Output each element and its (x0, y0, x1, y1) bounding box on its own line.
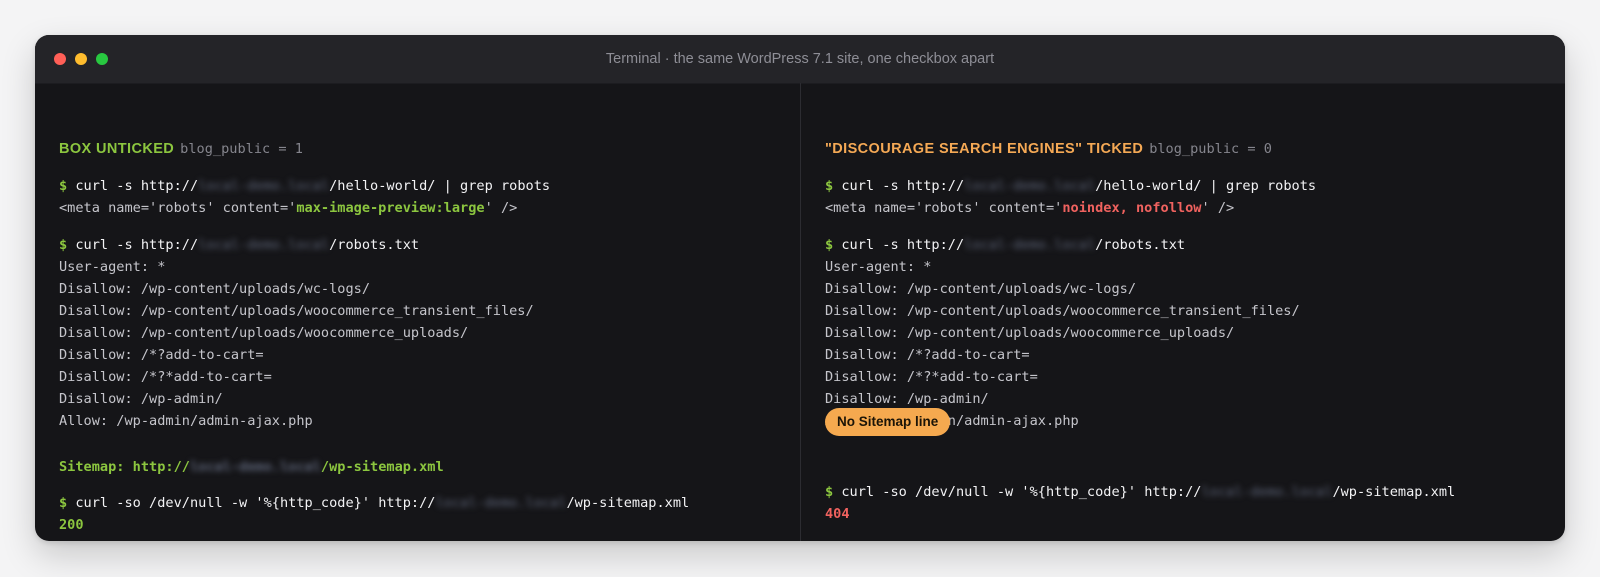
robots-line: Disallow: /wp-content/uploads/woocommerc… (59, 303, 534, 319)
right-heading-line: "DISCOURAGE SEARCH ENGINES" TICKED blog_p… (825, 139, 1272, 159)
robots-line: Disallow: /wp-content/uploads/woocommerc… (825, 303, 1300, 319)
right-variable: blog_public = 0 (1149, 141, 1272, 157)
robots-line: Disallow: /wp-content/uploads/wc-logs/ (825, 281, 1136, 297)
command-text: /hello-world/ | grep robots (1095, 178, 1317, 194)
left-command-3: $ curl -so /dev/null -w '%{http_code}' h… (59, 493, 689, 513)
output-text: <meta name='robots' content=' (825, 200, 1063, 216)
robots-line: Disallow: /*?add-to-cart= (59, 347, 264, 363)
redacted-host: local-demo.local (435, 495, 567, 511)
right-command-3: $ curl -so /dev/null -w '%{http_code}' h… (825, 482, 1455, 502)
robots-line: User-agent: * (59, 259, 166, 275)
sitemap-path: /wp-sitemap.xml (320, 459, 444, 475)
no-sitemap-badge: No Sitemap line (825, 408, 951, 436)
robots-line: Disallow: /wp-content/uploads/woocommerc… (59, 325, 469, 341)
output-text: ' /> (1201, 200, 1235, 216)
prompt-symbol: $ (59, 237, 68, 253)
command-text: curl -s http:// (75, 178, 199, 194)
prompt-symbol: $ (825, 237, 834, 253)
prompt-symbol: $ (59, 178, 68, 194)
output-text: <meta name='robots' content=' (59, 200, 297, 216)
command-text: /robots.txt (329, 237, 420, 253)
sitemap-label: Sitemap: http:// (59, 459, 190, 475)
right-heading: "DISCOURAGE SEARCH ENGINES" TICKED (825, 141, 1144, 157)
redacted-host: local-demo.local (198, 237, 330, 253)
robots-line: Disallow: /wp-admin/ (59, 391, 223, 407)
robots-line: Disallow: /*?add-to-cart= (825, 347, 1030, 363)
left-command-1: $ curl -s http://local-demo.local/hello-… (59, 176, 550, 196)
command-text: /wp-sitemap.xml (1332, 484, 1456, 500)
command-text: curl -so /dev/null -w '%{http_code}' htt… (841, 484, 1202, 500)
command-text: curl -s http:// (841, 178, 965, 194)
robots-line: Disallow: /wp-admin/ (825, 391, 989, 407)
right-command-2: $ curl -s http://local-demo.local/robots… (825, 235, 1185, 255)
left-command-2: $ curl -s http://local-demo.local/robots… (59, 235, 419, 255)
prompt-symbol: $ (825, 178, 834, 194)
redacted-host: local-demo.local (198, 178, 330, 194)
title-bar: Terminal · the same WordPress 7.1 site, … (35, 35, 1565, 84)
meta-robots-value: noindex, nofollow (1062, 200, 1202, 216)
prompt-symbol: $ (825, 484, 834, 500)
sitemap-line: Sitemap: http://local-demo.local/wp-site… (59, 457, 444, 477)
redacted-host: local-demo.local (964, 178, 1096, 194)
redacted-host: local-demo.local (189, 459, 321, 475)
robots-line: Disallow: /wp-content/uploads/woocommerc… (825, 325, 1235, 341)
redacted-host: local-demo.local (1201, 484, 1333, 500)
left-heading: BOX UNTICKED (59, 141, 175, 157)
command-text: curl -s http:// (75, 237, 199, 253)
command-text: /wp-sitemap.xml (566, 495, 690, 511)
left-pane: BOX UNTICKED blog_public = 1 $ curl -s ht… (35, 83, 800, 541)
right-command-1: $ curl -s http://local-demo.local/hello-… (825, 176, 1316, 196)
robots-line: User-agent: * (825, 259, 932, 275)
command-text: /robots.txt (1095, 237, 1186, 253)
prompt-symbol: $ (59, 495, 68, 511)
robots-line: Disallow: /*?*add-to-cart= (59, 369, 272, 385)
right-pane: "DISCOURAGE SEARCH ENGINES" TICKED blog_p… (801, 83, 1565, 541)
left-variable: blog_public = 1 (180, 141, 303, 157)
http-status-code: 200 (59, 517, 84, 533)
meta-robots-value: max-image-preview:large (296, 200, 485, 216)
window-title: Terminal · the same WordPress 7.1 site, … (605, 51, 995, 67)
terminal-window: Terminal · the same WordPress 7.1 site, … (35, 35, 1565, 541)
http-status-code: 404 (825, 506, 850, 522)
redacted-host: local-demo.local (964, 237, 1096, 253)
robots-line: Allow: /wp-admin/admin-ajax.php (59, 413, 313, 429)
left-meta-output: <meta name='robots' content='max-image-p… (59, 198, 517, 218)
command-text: curl -so /dev/null -w '%{http_code}' htt… (75, 495, 436, 511)
left-heading-line: BOX UNTICKED blog_public = 1 (59, 139, 303, 159)
right-meta-output: <meta name='robots' content='noindex, no… (825, 198, 1234, 218)
robots-line: Disallow: /*?*add-to-cart= (825, 369, 1038, 385)
output-text: ' /> (484, 200, 518, 216)
command-text: curl -s http:// (841, 237, 965, 253)
robots-line: Disallow: /wp-content/uploads/wc-logs/ (59, 281, 370, 297)
command-text: /hello-world/ | grep robots (329, 178, 551, 194)
